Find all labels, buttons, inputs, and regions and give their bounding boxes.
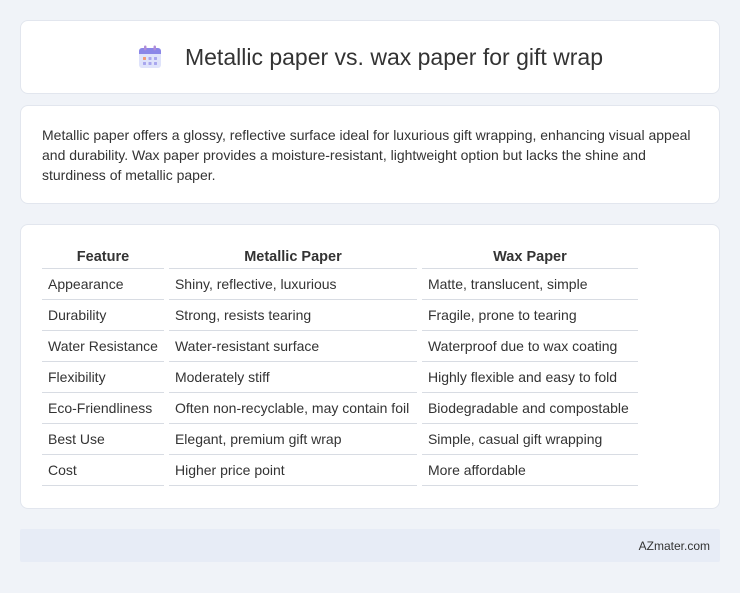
footer: AZmater.com xyxy=(20,529,720,562)
feature-cell: Durability xyxy=(42,300,164,331)
metallic-cell: Shiny, reflective, luxurious xyxy=(168,269,417,300)
table-header-row: Feature Metallic Paper Wax Paper xyxy=(42,245,638,269)
feature-cell: Water Resistance xyxy=(42,331,164,362)
table-row: Best Use Elegant, premium gift wrap Simp… xyxy=(42,424,638,455)
comparison-table: Feature Metallic Paper Wax Paper Appeara… xyxy=(37,245,643,486)
feature-cell: Eco-Friendliness xyxy=(42,393,164,424)
feature-cell: Appearance xyxy=(42,269,164,300)
metallic-cell: Strong, resists tearing xyxy=(168,300,417,331)
column-header-wax-paper: Wax Paper xyxy=(421,245,638,269)
metallic-cell: Higher price point xyxy=(168,455,417,486)
metallic-cell: Elegant, premium gift wrap xyxy=(168,424,417,455)
comparison-table-card: Feature Metallic Paper Wax Paper Appeara… xyxy=(20,224,720,509)
table-row: Water Resistance Water-resistant surface… xyxy=(42,331,638,362)
wax-cell: Matte, translucent, simple xyxy=(421,269,638,300)
feature-cell: Best Use xyxy=(42,424,164,455)
column-header-feature: Feature xyxy=(42,245,164,269)
wax-cell: More affordable xyxy=(421,455,638,486)
calendar-icon xyxy=(137,44,163,70)
wax-cell: Waterproof due to wax coating xyxy=(421,331,638,362)
title-card: Metallic paper vs. wax paper for gift wr… xyxy=(20,20,720,94)
footer-source-text: AZmater.com xyxy=(638,538,710,553)
table-row: Eco-Friendliness Often non-recyclable, m… xyxy=(42,393,638,424)
metallic-cell: Moderately stiff xyxy=(168,362,417,393)
wax-cell: Highly flexible and easy to fold xyxy=(421,362,638,393)
feature-cell: Cost xyxy=(42,455,164,486)
metallic-cell: Water-resistant surface xyxy=(168,331,417,362)
table-row: Cost Higher price point More affordable xyxy=(42,455,638,486)
table-row: Durability Strong, resists tearing Fragi… xyxy=(42,300,638,331)
summary-card: Metallic paper offers a glossy, reflecti… xyxy=(20,105,720,204)
summary-text: Metallic paper offers a glossy, reflecti… xyxy=(42,127,691,183)
metallic-cell: Often non-recyclable, may contain foil xyxy=(168,393,417,424)
feature-cell: Flexibility xyxy=(42,362,164,393)
wax-cell: Simple, casual gift wrapping xyxy=(421,424,638,455)
wax-cell: Fragile, prone to tearing xyxy=(421,300,638,331)
column-header-metallic-paper: Metallic Paper xyxy=(168,245,417,269)
table-row: Flexibility Moderately stiff Highly flex… xyxy=(42,362,638,393)
wax-cell: Biodegradable and compostable xyxy=(421,393,638,424)
page-title: Metallic paper vs. wax paper for gift wr… xyxy=(184,43,603,70)
table-row: Appearance Shiny, reflective, luxurious … xyxy=(42,269,638,300)
